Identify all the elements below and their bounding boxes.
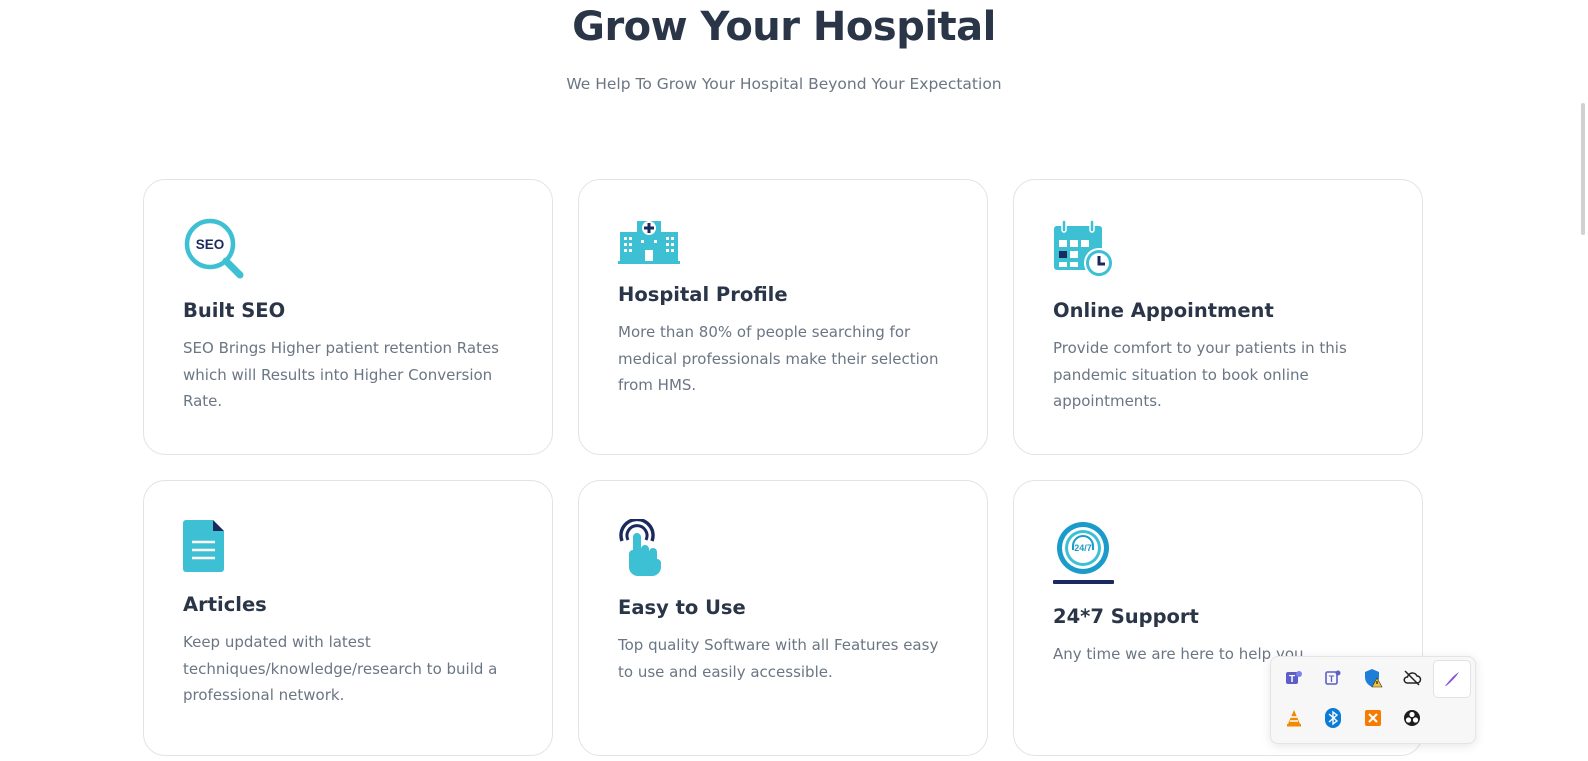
- feature-card-seo: SEO Built SEO SEO Brings Higher patient …: [143, 179, 553, 455]
- bluetooth-icon[interactable]: [1320, 705, 1346, 731]
- card-text: Keep updated with latest techniques/know…: [183, 633, 498, 705]
- svg-text:T: T: [1329, 674, 1335, 684]
- scrollbar-thumb[interactable]: [1581, 103, 1585, 235]
- card-title: Articles: [183, 593, 267, 616]
- card-title: Online Appointment: [1053, 299, 1274, 322]
- section-subtitle: We Help To Grow Your Hospital Beyond You…: [566, 75, 1002, 93]
- vlc-icon[interactable]: [1281, 705, 1307, 731]
- seo-search-icon: SEO: [183, 218, 245, 284]
- card-title: Hospital Profile: [618, 283, 788, 306]
- page-scrollbar[interactable]: [1568, 0, 1588, 761]
- xampp-icon[interactable]: [1360, 705, 1386, 731]
- touch-hand-icon: [618, 517, 662, 581]
- svg-text:SEO: SEO: [196, 237, 225, 252]
- feature-card-online-appointment: Online Appointment Provide comfort to yo…: [1013, 179, 1423, 455]
- feature-card-hospital-profile: Hospital Profile More than 80% of people…: [578, 179, 988, 455]
- feature-card-easy-to-use: Easy to Use Top quality Software with al…: [578, 480, 988, 756]
- pen-icon[interactable]: [1433, 660, 1471, 698]
- card-title: Easy to Use: [618, 596, 746, 619]
- card-text: Top quality Software with all Features e…: [618, 636, 939, 681]
- card-text: SEO Brings Higher patient retention Rate…: [183, 339, 499, 411]
- obs-icon[interactable]: [1399, 705, 1425, 731]
- teams-classic-icon[interactable]: T: [1320, 665, 1346, 691]
- svg-text:T: T: [1289, 674, 1295, 685]
- card-title: Built SEO: [183, 299, 286, 322]
- system-tray-overflow: T T: [1270, 656, 1476, 744]
- card-text: More than 80% of people searching for me…: [618, 323, 939, 395]
- feature-card-articles: Articles Keep updated with latest techni…: [143, 480, 553, 756]
- hospital-building-icon: [618, 218, 680, 268]
- card-title: 24*7 Support: [1053, 605, 1199, 628]
- defender-warning-icon[interactable]: [1360, 665, 1386, 691]
- cloud-offline-icon[interactable]: [1399, 665, 1425, 691]
- support-24-7-icon: 24/7: [1053, 519, 1115, 591]
- calendar-clock-icon: [1053, 218, 1115, 284]
- section-title: Grow Your Hospital: [572, 4, 996, 50]
- teams-icon[interactable]: T: [1281, 665, 1307, 691]
- document-icon: [183, 519, 225, 577]
- card-text: Provide comfort to your patients in this…: [1053, 339, 1347, 411]
- svg-text:24/7: 24/7: [1074, 543, 1092, 553]
